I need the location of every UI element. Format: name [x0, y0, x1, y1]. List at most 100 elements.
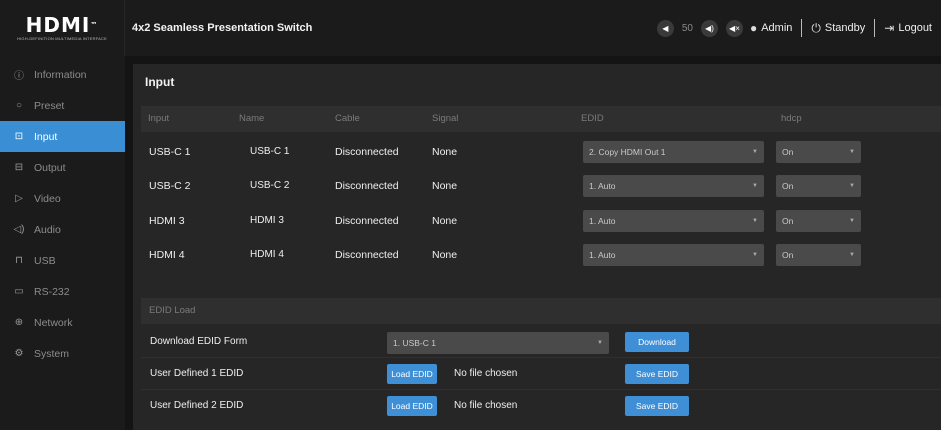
- save-edid-1-button[interactable]: Save EDID: [625, 364, 689, 384]
- logout-button[interactable]: ⇥ Logout: [884, 21, 932, 35]
- input-cell: HDMI 4: [149, 249, 185, 261]
- load-edid-2-button[interactable]: Load EDID: [387, 396, 437, 416]
- input-icon: ⊡: [14, 131, 24, 142]
- user-label: Admin: [761, 22, 793, 34]
- logo-subtitle: HIGH-DEFINITION MULTIMEDIA INTERFACE: [16, 35, 108, 41]
- sidebar-item-usb[interactable]: ⊓ USB: [0, 245, 125, 276]
- usb-icon: ⊓: [15, 255, 23, 266]
- rs232-icon: ▭: [14, 286, 24, 297]
- edid-select[interactable]: 1. Auto ▼: [583, 175, 764, 197]
- input-cell: USB-C 1: [149, 146, 191, 158]
- chevron-down-icon: ▼: [597, 340, 603, 346]
- sidebar-item-video[interactable]: ▷ Video: [0, 183, 125, 214]
- signal-cell: None: [432, 215, 458, 227]
- download-edid-label: Download EDID Form: [150, 336, 248, 347]
- signal-cell: None: [432, 249, 458, 261]
- mute-icon[interactable]: ◀×: [725, 19, 743, 37]
- file-status: No file chosen: [454, 400, 518, 411]
- chevron-down-icon: ▼: [849, 183, 855, 189]
- chevron-down-icon: ▼: [752, 252, 758, 258]
- chevron-down-icon: ▼: [849, 149, 855, 155]
- sidebar-item-system[interactable]: ⚙ System: [0, 338, 125, 369]
- hdcp-select[interactable]: On ▼: [776, 244, 861, 266]
- signal-cell: None: [432, 146, 458, 158]
- hdcp-select-value: On: [782, 250, 794, 260]
- sidebar-item-label: Information: [34, 68, 87, 81]
- top-bar: HDMI™ HIGH-DEFINITION MULTIMEDIA INTERFA…: [0, 0, 941, 56]
- user-menu[interactable]: ● Admin: [750, 21, 792, 35]
- sidebar-item-input[interactable]: ⊡ Input: [0, 121, 125, 152]
- download-source-select[interactable]: 1. USB-C 1 ▼: [387, 332, 609, 354]
- sidebar-item-output[interactable]: ⊟ Output: [0, 152, 125, 183]
- hdmi-logo: HDMI™ HIGH-DEFINITION MULTIMEDIA INTERFA…: [0, 0, 125, 56]
- power-icon: ⏻: [811, 20, 821, 35]
- edid-select[interactable]: 1. Auto ▼: [583, 210, 764, 232]
- logout-icon: ⇥: [884, 21, 895, 35]
- edid-select-value: 1. Auto: [589, 250, 616, 260]
- chevron-down-icon: ▼: [752, 218, 758, 224]
- preset-icon: ○: [15, 100, 23, 111]
- hdcp-select[interactable]: On ▼: [776, 141, 861, 163]
- output-icon: ⊟: [14, 162, 24, 173]
- hdcp-select-value: On: [782, 216, 794, 226]
- column-header: Signal: [432, 113, 459, 124]
- sidebar-item-preset[interactable]: ○ Preset: [0, 90, 125, 121]
- user-edid-1-label: User Defined 1 EDID: [150, 368, 244, 379]
- header-controls: ◀ 50 ◀) ◀× ● Admin ⏻ Standby ⇥ Logout: [653, 0, 941, 56]
- user-icon: ●: [749, 21, 758, 35]
- volume-up-icon[interactable]: ◀): [700, 19, 718, 37]
- name-cell: USB-C 1: [250, 146, 290, 157]
- chevron-down-icon: ▼: [849, 252, 855, 258]
- cable-cell: Disconnected: [335, 146, 399, 158]
- info-icon: ⓘ: [14, 71, 24, 82]
- column-header: Cable: [335, 113, 360, 124]
- sidebar-item-audio[interactable]: ◁) Audio: [0, 214, 125, 245]
- column-header: Input: [148, 113, 170, 124]
- name-cell: HDMI 3: [250, 215, 284, 226]
- sidebar-item-network[interactable]: ⊕ Network: [0, 307, 125, 338]
- input-cell: USB-C 2: [149, 180, 191, 192]
- sidebar-item-label: Output: [34, 161, 66, 174]
- sidebar-item-label: USB: [34, 254, 56, 267]
- audio-icon: ◁): [13, 224, 25, 235]
- page-title: Input: [145, 75, 175, 89]
- input-panel: Input Input Name Cable Signal EDID hdcp …: [133, 64, 941, 430]
- sidebar-item-label: System: [34, 347, 70, 360]
- logo-tm: ™: [90, 20, 99, 29]
- cable-cell: Disconnected: [335, 249, 399, 261]
- logo-text: HDMI: [25, 12, 91, 37]
- user-edid-1-row: User Defined 1 EDID No file chosen: [141, 358, 941, 389]
- standby-button[interactable]: ⏻ Standby: [811, 21, 865, 36]
- sidebar-item-rs232[interactable]: ▭ RS-232: [0, 276, 125, 307]
- table-header: Input Name Cable Signal EDID hdcp: [141, 106, 941, 132]
- sidebar-item-label: Video: [34, 192, 61, 205]
- load-edid-1-button[interactable]: Load EDID: [387, 364, 437, 384]
- user-edid-2-label: User Defined 2 EDID: [150, 400, 244, 411]
- save-edid-2-button[interactable]: Save EDID: [625, 396, 689, 416]
- edid-select-value: 2. Copy HDMI Out 1: [589, 147, 666, 157]
- volume-down-icon[interactable]: ◀: [656, 19, 674, 37]
- hdcp-select[interactable]: On ▼: [776, 210, 861, 232]
- divider: [801, 19, 803, 37]
- download-source-value: 1. USB-C 1: [393, 338, 436, 348]
- sidebar-item-label: Audio: [34, 223, 61, 236]
- sidebar-item-information[interactable]: ⓘ Information: [0, 59, 125, 90]
- hdcp-select[interactable]: On ▼: [776, 175, 861, 197]
- logout-label: Logout: [898, 22, 932, 34]
- main-content: Input Input Name Cable Signal EDID hdcp …: [133, 56, 941, 430]
- column-header: EDID: [581, 113, 604, 124]
- download-button[interactable]: Download: [625, 332, 689, 352]
- cable-cell: Disconnected: [335, 180, 399, 192]
- chevron-down-icon: ▼: [849, 218, 855, 224]
- sidebar-item-label: Preset: [34, 99, 65, 112]
- edid-select-value: 1. Auto: [589, 216, 616, 226]
- sidebar-item-label: RS-232: [34, 285, 70, 298]
- hdcp-select-value: On: [782, 181, 794, 191]
- video-icon: ▷: [15, 193, 23, 204]
- column-header: hdcp: [781, 113, 802, 124]
- sidebar-item-label: Input: [34, 130, 58, 143]
- file-status: No file chosen: [454, 368, 518, 379]
- signal-cell: None: [432, 180, 458, 192]
- edid-select[interactable]: 2. Copy HDMI Out 1 ▼: [583, 141, 764, 163]
- edid-select[interactable]: 1. Auto ▼: [583, 244, 764, 266]
